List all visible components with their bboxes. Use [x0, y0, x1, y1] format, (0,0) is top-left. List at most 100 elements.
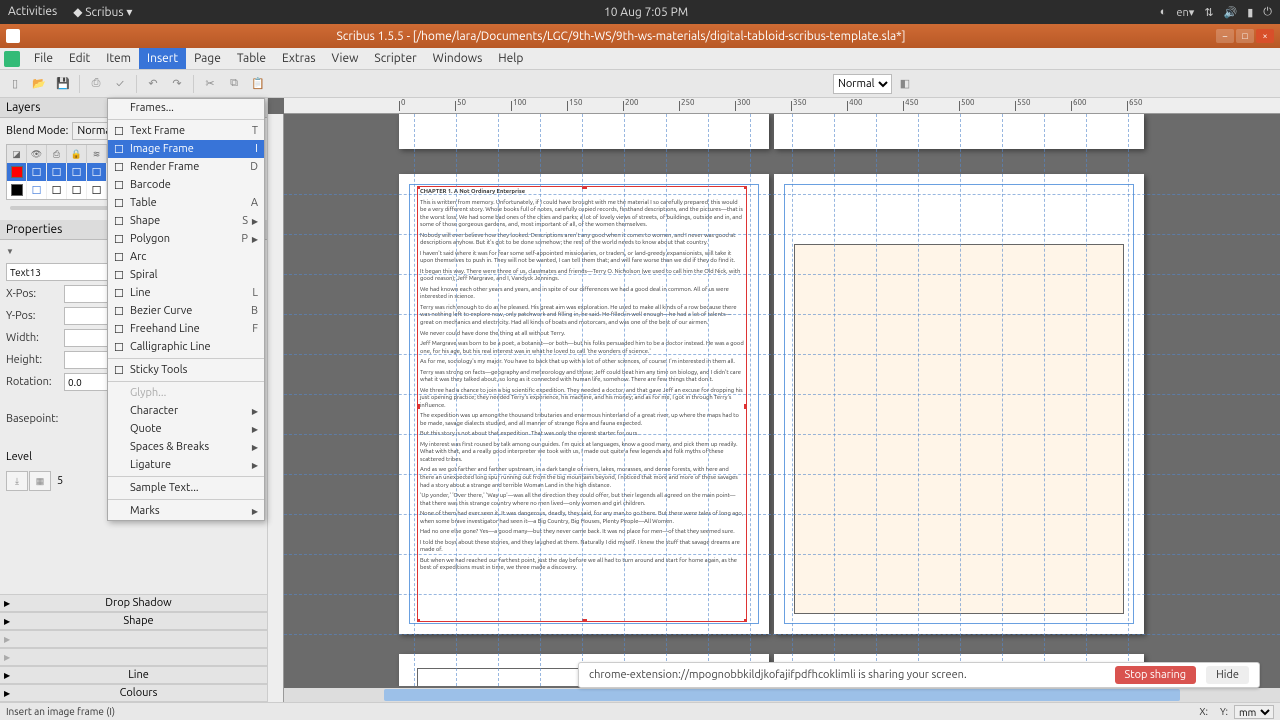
section-disabled1: ▶: [0, 630, 267, 648]
menu-windows[interactable]: Windows: [425, 48, 491, 69]
basepoint-label: Basepoint:: [6, 413, 60, 425]
menu-bar: File Edit Item Insert Page Table Extras …: [0, 48, 1280, 70]
menu-extras[interactable]: Extras: [274, 48, 324, 69]
menu-shape[interactable]: ☐ShapeS▶: [108, 212, 264, 230]
section-disabled2: ▶: [0, 648, 267, 666]
menu-image-frame[interactable]: ☐Image FrameI: [108, 140, 264, 158]
menu-spiral[interactable]: ☐Spiral: [108, 266, 264, 284]
status-bar: Insert an image frame (I) X: Y: mm: [0, 702, 1280, 720]
menu-calligraphic[interactable]: ☐Calligraphic Line: [108, 338, 264, 356]
clock[interactable]: 10 Aug 7:05 PM: [132, 6, 1159, 19]
accessibility-icon[interactable]: ◐: [1160, 6, 1167, 18]
tool-undo[interactable]: ↶: [142, 73, 164, 95]
menu-arc[interactable]: ☐Arc: [108, 248, 264, 266]
page-prev-left[interactable]: [399, 114, 769, 149]
battery-icon[interactable]: ▮: [1247, 6, 1253, 19]
menu-page[interactable]: Page: [186, 48, 229, 69]
ruler-vertical: [268, 114, 284, 702]
scribus-icon: [4, 51, 20, 67]
menu-item[interactable]: Item: [98, 48, 139, 69]
menu-sticky-tools[interactable]: ☐Sticky Tools: [108, 361, 264, 379]
page-left[interactable]: CHAPTER 1. A Not Ordinary EnterpriseThis…: [399, 174, 769, 634]
menu-bezier[interactable]: ☐Bezier CurveB: [108, 302, 264, 320]
level-value: 5: [57, 475, 63, 487]
section-colours[interactable]: ▶Colours: [0, 684, 267, 702]
tool-preflight[interactable]: ✓: [109, 73, 131, 95]
col-visible: 👁: [27, 145, 47, 163]
tool-cut[interactable]: ✂: [199, 73, 221, 95]
status-hint: Insert an image frame (I): [6, 706, 115, 717]
menu-file[interactable]: File: [26, 48, 61, 69]
tool-save[interactable]: 💾: [52, 73, 74, 95]
hide-banner-button[interactable]: Hide: [1206, 666, 1249, 684]
status-x-label: X:: [1199, 706, 1208, 717]
canvas-area[interactable]: 050100150200250300350400450500550600650 …: [268, 98, 1280, 702]
menu-view[interactable]: View: [324, 48, 367, 69]
menu-line[interactable]: ☐LineL: [108, 284, 264, 302]
tool-redo[interactable]: ↷: [166, 73, 188, 95]
col-lock: 🔒: [67, 145, 87, 163]
minimize-button[interactable]: –: [1216, 29, 1234, 43]
insert-menu-dropdown: Frames... ☐Text FrameT ☐Image FrameI ☐Re…: [107, 98, 265, 521]
status-y-label: Y:: [1220, 706, 1228, 717]
display-mode-select[interactable]: Normal: [833, 74, 892, 94]
menu-edit[interactable]: Edit: [61, 48, 98, 69]
menu-character[interactable]: Character▶: [108, 402, 264, 420]
unit-select[interactable]: mm: [1234, 705, 1274, 719]
page-right[interactable]: [774, 174, 1144, 634]
menu-table[interactable]: Table: [229, 48, 274, 69]
section-shape[interactable]: ▶Shape: [0, 612, 267, 630]
language-indicator[interactable]: en▾: [1176, 6, 1194, 19]
window-titlebar: Scribus 1.5.5 - [/home/lara/Documents/LG…: [0, 24, 1280, 48]
section-drop-shadow[interactable]: ▶Drop Shadow: [0, 594, 267, 612]
tool-copy[interactable]: ⧉: [223, 73, 245, 95]
tool-open[interactable]: 📂: [28, 73, 50, 95]
system-top-bar: Activities ◆ Scribus ▾ 10 Aug 7:05 PM ◐ …: [0, 0, 1280, 24]
level-bottom[interactable]: ⤓: [6, 471, 28, 491]
level-label: Level: [6, 451, 42, 463]
tool-new[interactable]: ▯: [4, 73, 26, 95]
menu-barcode[interactable]: ☐Barcode: [108, 176, 264, 194]
tool-color-mgmt[interactable]: ◧: [894, 73, 916, 95]
banner-message: chrome-extension://mpognobbkildjkofajifp…: [589, 669, 1105, 681]
menu-table[interactable]: ☐TableA: [108, 194, 264, 212]
menu-scripter[interactable]: Scripter: [366, 48, 424, 69]
menu-frames[interactable]: Frames...: [108, 99, 264, 117]
power-icon[interactable]: ⏻: [1263, 6, 1272, 19]
menu-text-frame[interactable]: ☐Text FrameT: [108, 122, 264, 140]
close-button[interactable]: ×: [1256, 29, 1274, 43]
window-title: Scribus 1.5.5 - [/home/lara/Documents/LG…: [26, 30, 1216, 43]
col-color: ◪: [7, 145, 27, 163]
tool-paste[interactable]: 📋: [247, 73, 269, 95]
empty-frame[interactable]: [794, 244, 1124, 614]
stop-sharing-button[interactable]: Stop sharing: [1115, 666, 1197, 684]
ypos-label: Y-Pos:: [6, 310, 60, 322]
section-line[interactable]: ▶Line: [0, 666, 267, 684]
menu-freehand[interactable]: ☐Freehand LineF: [108, 320, 264, 338]
menu-help[interactable]: Help: [490, 48, 531, 69]
maximize-button[interactable]: □: [1236, 29, 1254, 43]
ruler-horizontal: 050100150200250300350400450500550600650: [284, 98, 1280, 114]
activities-button[interactable]: Activities: [8, 5, 57, 19]
col-flow: ≋: [87, 145, 107, 163]
main-toolbar: ▯ 📂 💾 ⎙ ✓ ↶ ↷ ✂ ⧉ 📋 Normal ◧: [0, 70, 1280, 98]
blend-label: Blend Mode:: [6, 125, 68, 137]
menu-quote[interactable]: Quote▶: [108, 420, 264, 438]
menu-render-frame[interactable]: ☐Render FrameD: [108, 158, 264, 176]
app-icon: [6, 29, 20, 43]
menu-polygon[interactable]: ☐PolygonP▶: [108, 230, 264, 248]
app-menu[interactable]: ◆ Scribus ▾: [73, 5, 132, 19]
width-label: Width:: [6, 332, 60, 344]
level-group[interactable]: ▦: [29, 471, 51, 491]
network-icon[interactable]: ⇅: [1204, 6, 1213, 19]
menu-spaces[interactable]: Spaces & Breaks▶: [108, 438, 264, 456]
volume-icon[interactable]: 🔊: [1224, 6, 1238, 19]
tool-print[interactable]: ⎙: [85, 73, 107, 95]
height-label: Height:: [6, 354, 60, 366]
menu-ligature[interactable]: Ligature▶: [108, 456, 264, 474]
menu-marks[interactable]: Marks▶: [108, 502, 264, 520]
page-prev-right[interactable]: [774, 114, 1144, 149]
scrollbar-horizontal[interactable]: [284, 688, 1280, 702]
menu-sample-text[interactable]: Sample Text...: [108, 479, 264, 497]
menu-insert[interactable]: Insert: [139, 48, 186, 69]
